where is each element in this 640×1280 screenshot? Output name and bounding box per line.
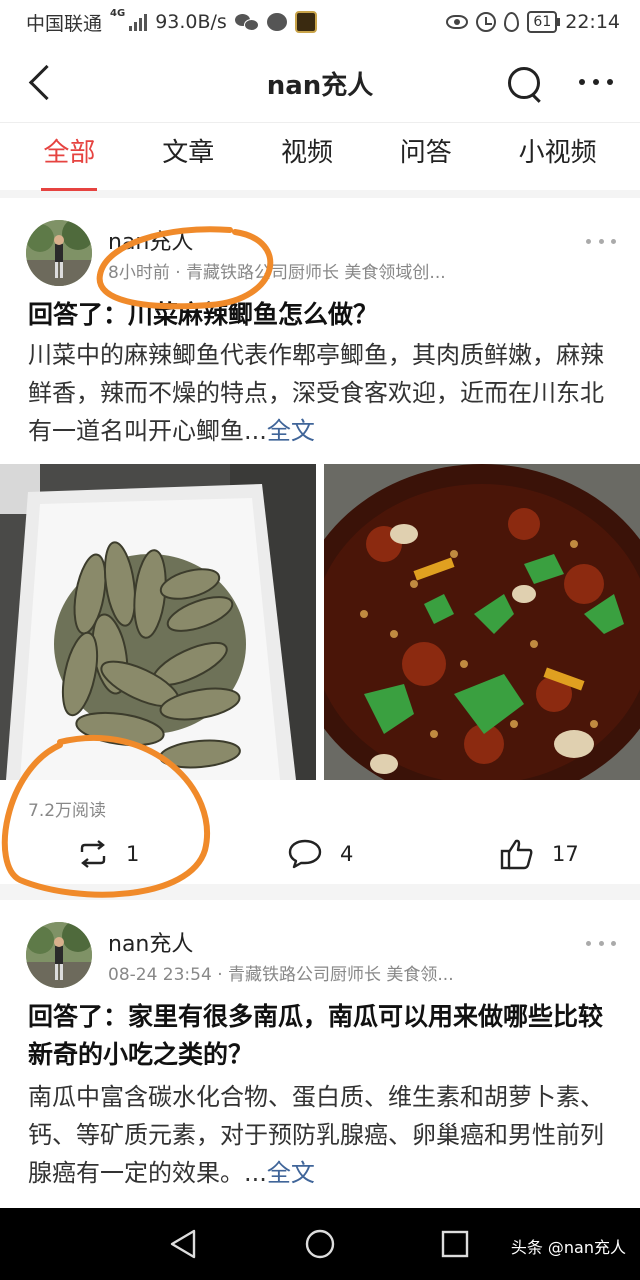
alarm-icon <box>476 12 497 32</box>
comment-count: 4 <box>340 842 354 866</box>
more-icon[interactable] <box>586 936 616 950</box>
spicy-fish-photo-image <box>324 464 640 780</box>
post-excerpt[interactable]: 川菜中的麻辣鲫鱼代表作郫亭鲫鱼，其肉质鲜嫩，麻辣鲜香，辣而不燥的特点，深受食客欢… <box>28 336 618 450</box>
avatar[interactable] <box>26 220 92 286</box>
wechat-icon <box>234 13 259 31</box>
network-type-label: 4G <box>110 7 126 19</box>
tab-short-videos[interactable]: 小视频 <box>515 123 601 191</box>
battery-icon: 61 <box>527 11 561 33</box>
system-nav-bar: 头条 @nan充人 <box>0 1208 640 1280</box>
like-button[interactable]: 17 <box>500 834 579 874</box>
avatar[interactable] <box>26 922 92 988</box>
fish-photo-image <box>0 464 316 780</box>
avatar-image <box>26 922 92 988</box>
signal-icon <box>129 13 148 31</box>
top-nav-bar: nan充人 <box>0 44 640 122</box>
excerpt-text: 南瓜中富含碳水化合物、蛋白质、维生素和胡萝卜素、钙、等矿质元素，对于预防乳腺癌、… <box>28 1083 604 1187</box>
tab-videos[interactable]: 视频 <box>277 123 337 191</box>
message-icon <box>266 13 287 31</box>
read-count: 7.2万阅读 <box>28 801 107 821</box>
post-headline[interactable]: 回答了：家里有很多南瓜，南瓜可以用来做哪些比较新奇的小吃之类的？ <box>28 998 612 1074</box>
like-count: 17 <box>552 842 579 866</box>
avatar-image <box>26 220 92 286</box>
page-title: nan充人 <box>266 70 374 101</box>
fish-photo[interactable] <box>0 464 316 780</box>
app-notification-icon <box>294 11 317 33</box>
comment-icon <box>288 839 322 869</box>
tab-all[interactable]: 全部 <box>39 123 99 191</box>
tab-articles[interactable]: 文章 <box>158 123 218 191</box>
carrier-label: 中国联通 <box>26 12 103 35</box>
status-left: 中国联通 4G 93.0B/s <box>26 7 317 36</box>
post-headline[interactable]: 回答了：川菜麻辣鲫鱼怎么做？ <box>28 296 612 334</box>
tab-qa[interactable]: 问答 <box>396 123 456 191</box>
clock-time: 22:14 <box>565 11 620 33</box>
spicy-fish-photo[interactable] <box>324 464 640 780</box>
more-icon[interactable] <box>586 234 616 248</box>
author-name[interactable]: nan充人 <box>108 926 193 958</box>
post-excerpt[interactable]: 南瓜中富含碳水化合物、蛋白质、维生素和胡萝卜素、钙、等矿质元素，对于预防乳腺癌、… <box>28 1078 618 1192</box>
category-tabs: 全部 文章 视频 问答 小视频 <box>0 122 640 191</box>
system-back-button[interactable] <box>168 1228 198 1260</box>
system-recents-button[interactable] <box>440 1229 470 1259</box>
repost-icon <box>80 840 106 868</box>
location-icon <box>504 12 520 32</box>
action-bar: 1 4 17 <box>0 834 640 874</box>
post-meta: 08-24 23:54 · 青藏铁路公司厨师长 美食领... <box>108 965 454 985</box>
thumbs-up-icon <box>500 839 533 870</box>
post-meta: 8小时前 · 青藏铁路公司厨师长 美食领域创... <box>108 263 446 283</box>
network-speed-label: 93.0B/s <box>155 11 227 33</box>
feed-card[interactable]: nan充人 08-24 23:54 · 青藏铁路公司厨师长 美食领... 回答了… <box>0 900 640 1210</box>
search-icon[interactable] <box>504 63 544 103</box>
full-text-link[interactable]: 全文 <box>267 417 315 445</box>
eye-icon <box>446 15 469 29</box>
author-name[interactable]: nan充人 <box>108 224 193 256</box>
status-right: 61 22:14 <box>446 11 620 33</box>
system-home-button[interactable] <box>304 1228 336 1260</box>
repost-button[interactable]: 1 <box>78 834 139 874</box>
feed-card[interactable]: nan充人 8小时前 · 青藏铁路公司厨师长 美食领域创... 回答了：川菜麻辣… <box>0 198 640 884</box>
status-bar: 中国联通 4G 93.0B/s 61 22:14 <box>0 0 640 44</box>
comment-button[interactable]: 4 <box>288 834 353 874</box>
watermark: 头条 @nan充人 <box>510 1238 626 1257</box>
back-button[interactable] <box>24 62 64 102</box>
more-icon[interactable] <box>576 72 616 92</box>
full-text-link[interactable]: 全文 <box>267 1159 315 1187</box>
repost-count: 1 <box>126 842 140 866</box>
excerpt-text: 川菜中的麻辣鲫鱼代表作郫亭鲫鱼，其肉质鲜嫩，麻辣鲜香，辣而不燥的特点，深受食客欢… <box>28 341 604 445</box>
